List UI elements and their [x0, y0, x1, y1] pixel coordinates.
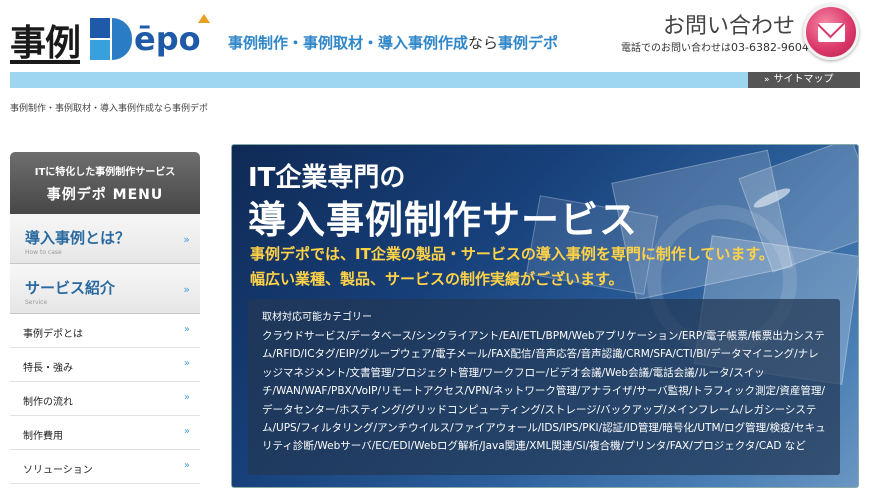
menu-header-subtitle: ITに特化した事例制作サービス — [34, 167, 176, 178]
sidebar-item-solution[interactable]: ソリューション » — [10, 450, 200, 484]
contact-phone: 電話でのお問い合わせは03-6382-9604 — [621, 41, 809, 54]
double-chevron-icon: » — [183, 358, 190, 369]
double-chevron-icon: » — [183, 392, 190, 403]
hero-subtitle-2: 幅広い業種、製品、サービスの制作実績がございます。 — [250, 270, 624, 288]
sidebar-item-pricing[interactable]: 制作費用 » — [10, 416, 200, 450]
menu-header: ITに特化した事例制作サービス 事例デポ MENU — [10, 152, 200, 214]
hero-subtitle-1: 事例デポでは、IT企業の製品・サービスの導入事例を専門に制作しています。 — [250, 245, 774, 263]
logo-kanji: 事例 — [10, 23, 81, 64]
sidebar-item-label: ソリューション — [23, 465, 93, 476]
double-chevron-icon: » — [183, 460, 190, 471]
sidebar-item-label: 制作の流れ — [23, 397, 73, 408]
double-chevron-icon: » — [183, 283, 190, 296]
hero-banner: IT企業専門の 導入事例制作サービス 事例デポでは、IT企業の製品・サービスの導… — [231, 144, 859, 488]
sidebar-item-label: 制作費用 — [23, 431, 63, 442]
mail-contact-button[interactable] — [803, 4, 859, 60]
double-chevron-icon: » — [183, 233, 190, 246]
category-list: クラウドサービス/データベース/シンクライアント/EAI/ETL/BPM/Web… — [262, 330, 826, 453]
sidebar-item-features[interactable]: 特長・強み » — [10, 348, 200, 382]
breadcrumb: 事例制作・事例取材・導入事例作成なら事例デポ — [10, 104, 209, 114]
envelope-icon — [818, 23, 845, 42]
double-chevron-icon: » — [183, 426, 190, 437]
sidebar-item-sublabel: Service — [25, 299, 48, 306]
sidebar-item-label: 導入事例とは？ — [25, 229, 131, 247]
site-tagline: 事例制作・事例取材・導入事例作成なら事例デポ — [228, 34, 559, 52]
header-bar — [10, 72, 748, 88]
site-logo[interactable]: 事例 ēpo — [10, 12, 210, 66]
sidebar-item-label: 特長・強み — [23, 363, 73, 374]
sidebar-item-service[interactable]: サービス紹介 Service » — [10, 264, 200, 314]
logo-d-mark — [90, 18, 132, 60]
category-title: 取材対応可能カテゴリー — [262, 312, 372, 323]
menu-header-title: 事例デポ MENU — [46, 187, 164, 203]
logo-accent-mark — [198, 14, 210, 23]
sidebar-item-sublabel: How to case — [25, 249, 62, 256]
logo-text: ēpo — [134, 20, 201, 58]
sidebar-item-flow[interactable]: 制作の流れ » — [10, 382, 200, 416]
site-header: 事例 ēpo 事例制作・事例取材・導入事例作成なら事例デポ お問い合わせ 電話で… — [0, 0, 870, 72]
hero-title-line2: 導入事例制作サービス — [248, 198, 639, 242]
contact-title[interactable]: お問い合わせ — [663, 8, 795, 40]
sidebar-item-label: サービス紹介 — [25, 279, 116, 297]
category-box: 取材対応可能カテゴリー クラウドサービス/データベース/シンクライアント/EAI… — [248, 299, 840, 475]
sidebar-item-what-is-case[interactable]: 導入事例とは？ How to case » — [10, 214, 200, 264]
double-chevron-icon: » — [183, 324, 190, 335]
sidebar-menu: ITに特化した事例制作サービス 事例デポ MENU 導入事例とは？ How to… — [10, 152, 200, 500]
sidebar-item-label: 事例デポとは — [23, 329, 83, 340]
logo-underline — [10, 60, 80, 64]
sitemap-link[interactable]: » サイトマップ — [748, 72, 860, 88]
sidebar-item-about[interactable]: 事例デポとは » — [10, 314, 200, 348]
double-chevron-icon: » — [764, 75, 770, 85]
